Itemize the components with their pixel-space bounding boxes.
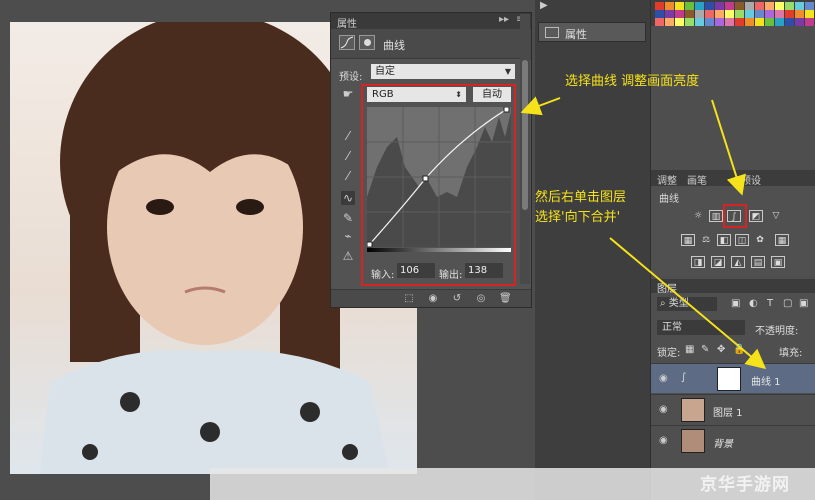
watermark-text: 京华手游网 (700, 475, 790, 495)
arrow-to-layer (609, 237, 767, 370)
arrow-to-curve (520, 96, 561, 116)
arrow-to-curves-icon (711, 99, 746, 196)
annotation-arrows (520, 96, 767, 370)
